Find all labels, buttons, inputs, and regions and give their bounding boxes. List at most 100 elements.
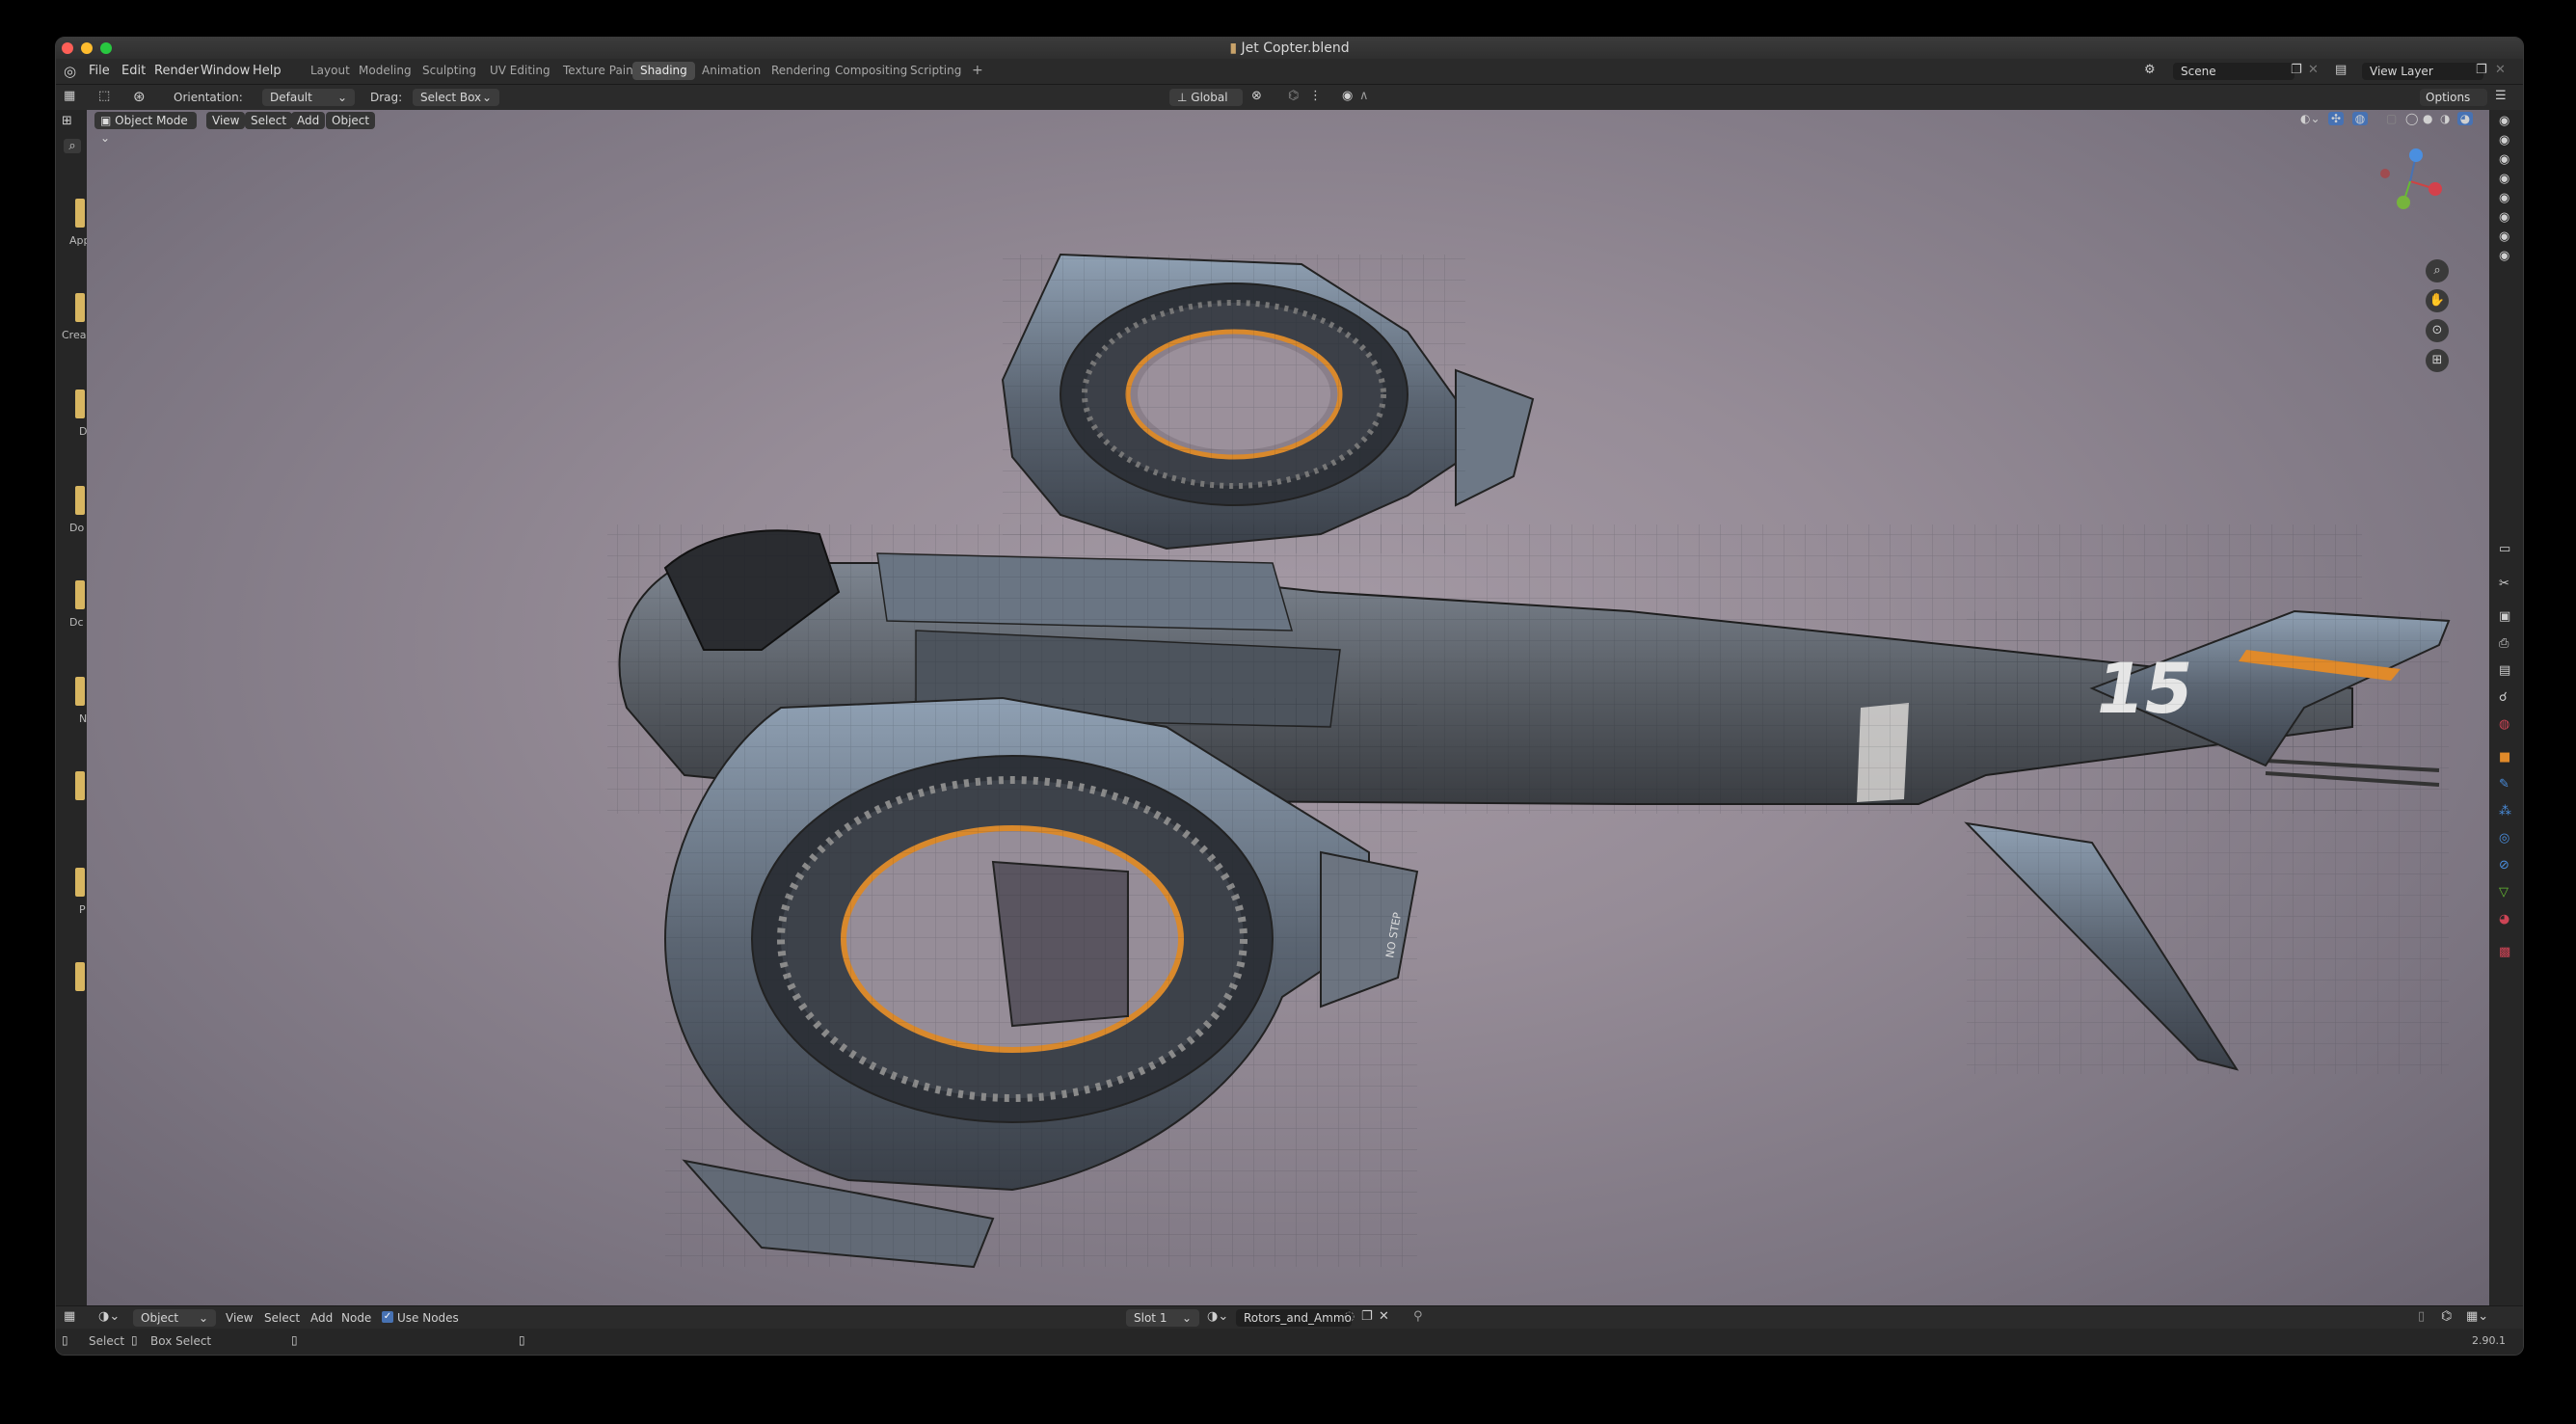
folder-icon[interactable]: [75, 677, 85, 706]
transform-orientation-dropdown[interactable]: ⊥ Global: [1169, 89, 1243, 106]
node-menu-node[interactable]: Node: [341, 1311, 371, 1325]
outliner-eye-icon[interactable]: ◉: [2499, 229, 2509, 244]
constraint-properties-icon[interactable]: ⊘: [2499, 858, 2509, 873]
outliner-eye-icon[interactable]: ◉: [2499, 133, 2509, 148]
mouse-right-icon: ▯: [519, 1333, 525, 1347]
properties-editor-icon[interactable]: ☰: [2495, 89, 2507, 103]
outliner-eye-icon[interactable]: ◉: [2499, 191, 2509, 205]
menu-render[interactable]: Render: [154, 64, 199, 78]
use-nodes-checkbox[interactable]: ✓: [382, 1311, 393, 1323]
tab-modeling[interactable]: Modeling: [351, 62, 419, 80]
asset-browser-icon[interactable]: ⊞: [62, 114, 72, 128]
fake-user-icon[interactable]: ◌: [1344, 1309, 1355, 1324]
jet-copter-model[interactable]: 15 NO STEP: [87, 110, 2489, 1305]
pin-icon[interactable]: ⚲: [1413, 1309, 1423, 1324]
shader-editor-type-icon[interactable]: ▦: [64, 1309, 75, 1324]
node-menu-select[interactable]: Select: [264, 1311, 300, 1325]
folder-icon[interactable]: [75, 771, 85, 800]
overlay-node-icon[interactable]: ▦⌄: [2466, 1309, 2488, 1324]
chevron-down-icon: ⌄: [198, 1311, 208, 1325]
transform-pivot-icon[interactable]: ⊛: [133, 88, 146, 105]
status-box-select: Box Select: [150, 1334, 212, 1348]
outliner-eye-icon[interactable]: ◉: [2499, 249, 2509, 263]
3d-viewport[interactable]: ▣ Object Mode ⌄ View Select Add Object ◐…: [87, 110, 2489, 1305]
object-properties-icon[interactable]: ■: [2499, 750, 2510, 765]
tab-sculpting[interactable]: Sculpting: [415, 62, 484, 80]
scene-name-field[interactable]: Scene: [2173, 63, 2294, 80]
outliner-eye-icon[interactable]: ◉: [2499, 114, 2509, 128]
unlink-material-icon[interactable]: ✕: [1379, 1309, 1389, 1324]
folder-icon[interactable]: [75, 293, 85, 322]
version-label: 2.90.1: [2472, 1334, 2506, 1347]
status-select: Select: [89, 1334, 125, 1348]
view-layer-icon[interactable]: ▤: [2335, 63, 2347, 77]
snap-icon[interactable]: ⌬: [1288, 89, 1299, 103]
modifier-properties-icon[interactable]: ✎: [2499, 777, 2509, 792]
chevron-down-icon: ⌄: [336, 91, 347, 104]
outliner-eye-icon[interactable]: ◉: [2499, 152, 2509, 167]
proportional-edit-icon[interactable]: ◉: [1342, 89, 1353, 103]
new-view-layer-icon[interactable]: ❐: [2476, 63, 2487, 77]
delete-scene-icon[interactable]: ✕: [2308, 63, 2319, 77]
window-title: ▮ Jet Copter.blend: [1229, 40, 1350, 56]
tab-animation[interactable]: Animation: [694, 62, 768, 80]
drag-value: Select Box: [420, 91, 482, 104]
menu-file[interactable]: File: [89, 64, 110, 78]
output-properties-icon[interactable]: ⎙: [2499, 636, 2509, 651]
falloff-icon[interactable]: ∧: [1359, 89, 1369, 103]
folder-icon[interactable]: [75, 962, 85, 991]
editor-type-icon[interactable]: ▦: [64, 89, 75, 103]
menu-help[interactable]: Help: [253, 64, 282, 78]
folder-icon[interactable]: [75, 199, 85, 228]
material-slot-dropdown[interactable]: Slot 1 ⌄: [1126, 1309, 1199, 1327]
material-browse-icon[interactable]: ◑⌄: [1207, 1309, 1228, 1324]
delete-view-layer-icon[interactable]: ✕: [2495, 63, 2506, 77]
folder-icon[interactable]: [75, 390, 85, 418]
blender-logo-icon[interactable]: ◎: [64, 63, 76, 80]
scene-icon[interactable]: ⚙: [2144, 63, 2156, 77]
menu-edit[interactable]: Edit: [121, 64, 146, 78]
tab-layout[interactable]: Layout: [303, 62, 358, 80]
texture-properties-icon[interactable]: ▩: [2499, 945, 2510, 959]
outliner-eye-icon[interactable]: ◉: [2499, 172, 2509, 186]
data-properties-icon[interactable]: ▽: [2499, 885, 2509, 900]
world-properties-icon[interactable]: ◍: [2499, 717, 2509, 732]
add-workspace-button[interactable]: +: [964, 62, 991, 80]
tab-uv-editing[interactable]: UV Editing: [482, 62, 558, 80]
title-bar: ▮ Jet Copter.blend: [56, 38, 2523, 59]
tab-scripting[interactable]: Scripting: [902, 62, 969, 80]
orientation-dropdown[interactable]: Default ⌄: [262, 89, 355, 106]
render-properties-icon[interactable]: ▣: [2499, 609, 2510, 624]
scene-properties-icon[interactable]: ☌: [2499, 690, 2508, 705]
snap-node-icon[interactable]: ⌬: [2441, 1309, 2452, 1324]
shader-type-icon[interactable]: ◑⌄: [98, 1309, 120, 1324]
options-dropdown[interactable]: Options ⌄: [2420, 89, 2487, 121]
node-menu-add[interactable]: Add: [310, 1311, 333, 1325]
physics-properties-icon[interactable]: ◎: [2499, 831, 2509, 846]
shader-object-dropdown[interactable]: Object ⌄: [133, 1309, 216, 1327]
particle-properties-icon[interactable]: ⁂: [2499, 804, 2511, 819]
new-scene-icon[interactable]: ❐: [2291, 63, 2302, 77]
snap-target-icon[interactable]: ⋮: [1309, 89, 1322, 103]
folder-icon[interactable]: [75, 580, 85, 609]
node-menu-view[interactable]: View: [226, 1311, 253, 1325]
tool-properties-icon[interactable]: ✂: [2499, 577, 2509, 591]
chevron-down-icon: ⌄: [1181, 1311, 1192, 1325]
folder-icon[interactable]: [75, 486, 85, 515]
material-properties-icon[interactable]: ◕: [2499, 912, 2509, 927]
pivot-point-icon[interactable]: ⊗: [1251, 89, 1262, 103]
tab-shading[interactable]: Shading: [632, 62, 695, 80]
outliner-eye-icon[interactable]: ◉: [2499, 210, 2509, 225]
view-layer-properties-icon[interactable]: ▤: [2499, 663, 2510, 678]
mouse-left-icon: ▯: [62, 1333, 68, 1347]
drag-dropdown[interactable]: Select Box ⌄: [413, 89, 499, 106]
sidebar-toggle-icon[interactable]: ▯: [2418, 1309, 2425, 1324]
menu-window[interactable]: Window: [201, 64, 250, 78]
duplicate-material-icon[interactable]: ❐: [1361, 1309, 1373, 1324]
view-layer-field[interactable]: View Layer: [2362, 63, 2483, 80]
active-tool-tab-icon[interactable]: ▭: [2499, 542, 2510, 556]
search-icon[interactable]: ⌕: [64, 139, 81, 153]
select-tool-icon[interactable]: ⬚: [98, 89, 110, 103]
folder-icon[interactable]: [75, 868, 85, 897]
material-name-field[interactable]: Rotors_and_Ammo: [1236, 1309, 1352, 1327]
